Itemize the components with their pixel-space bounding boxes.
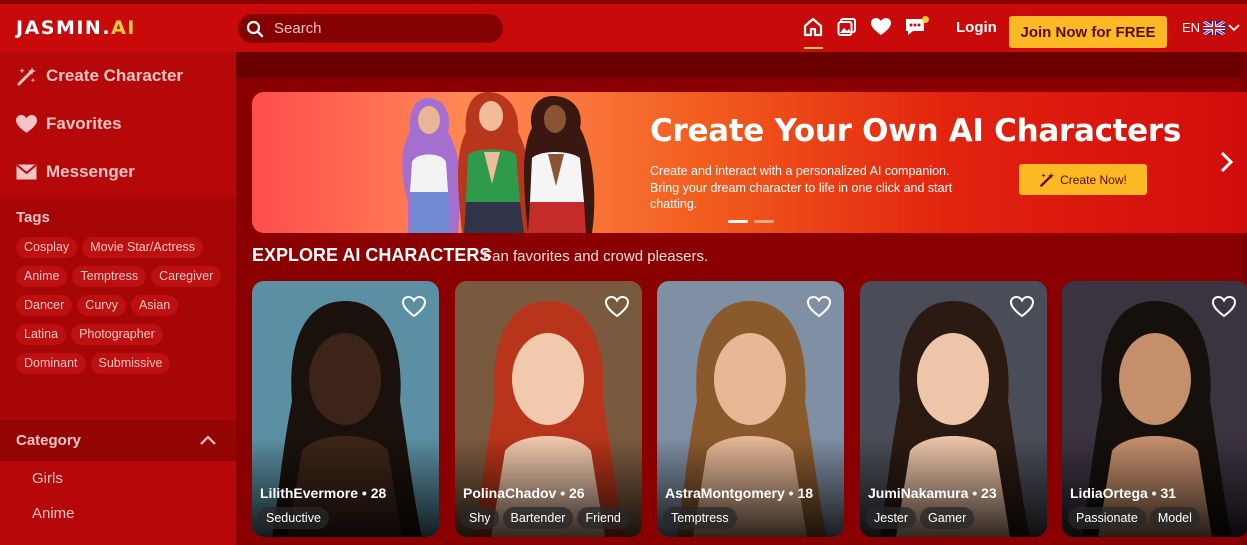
- sidebar-item-messenger[interactable]: Messenger: [16, 157, 135, 187]
- tags-list: Cosplay Movie Star/Actress Anime Temptress C…: [16, 237, 228, 374]
- character-card[interactable]: AstraMontgomery • 18 Temptress: [657, 281, 844, 537]
- search-icon: [246, 20, 264, 38]
- character-tag[interactable]: Friend: [577, 507, 629, 529]
- favorite-heart-icon[interactable]: [605, 296, 629, 318]
- tag-chip[interactable]: Submissive: [90, 353, 171, 374]
- sidebar: Create Character Favorites Messenger Tag…: [0, 52, 236, 545]
- envelope-icon: [16, 164, 37, 180]
- banner-title: Create Your Own AI Characters: [650, 113, 1182, 149]
- search-bar[interactable]: [238, 14, 503, 43]
- carousel-dot[interactable]: [754, 220, 774, 223]
- character-tag[interactable]: Seductive: [258, 507, 329, 529]
- top-navigation-bar: JASMIN.AI Login Join Now for FREE EN: [0, 4, 1247, 52]
- heart-icon[interactable]: [870, 16, 892, 38]
- sidebar-item-label: Create Character: [46, 66, 184, 85]
- tag-chip[interactable]: Movie Star/Actress: [82, 237, 204, 258]
- character-tags: Shy Bartender Friend: [461, 507, 629, 529]
- tag-chip[interactable]: Curvy: [77, 295, 126, 316]
- chevron-down-icon: [1228, 23, 1240, 31]
- character-name: PolinaChadov • 26: [463, 485, 585, 501]
- character-tag[interactable]: Bartender: [502, 507, 574, 529]
- login-button[interactable]: Login: [956, 19, 997, 36]
- magic-wand-icon: [17, 66, 36, 85]
- carousel-dot-active[interactable]: [728, 220, 748, 223]
- notification-dot: [922, 16, 929, 23]
- character-name: LilithEvermore • 28: [260, 485, 387, 501]
- chevron-right-icon[interactable]: [1219, 150, 1235, 174]
- section-subtitle: Fan favorites and crowd pleasers.: [483, 248, 709, 265]
- character-tag[interactable]: Jester: [866, 507, 917, 529]
- character-tags: Temptress: [663, 507, 737, 529]
- heart-icon: [16, 114, 37, 133]
- create-now-label: Create Now!: [1060, 172, 1127, 187]
- character-tag[interactable]: Gamer: [920, 507, 975, 529]
- character-card[interactable]: LilithEvermore • 28 Seductive: [252, 281, 439, 537]
- join-free-button[interactable]: Join Now for FREE: [1009, 16, 1167, 48]
- tags-title: Tags: [16, 209, 50, 226]
- site-logo[interactable]: JASMIN.AI: [16, 17, 136, 39]
- favorite-heart-icon[interactable]: [1212, 296, 1236, 318]
- tag-chip[interactable]: Dominant: [16, 353, 86, 374]
- favorite-heart-icon[interactable]: [402, 296, 426, 318]
- category-header[interactable]: Category: [0, 420, 236, 461]
- favorite-heart-icon[interactable]: [1010, 296, 1034, 318]
- character-card[interactable]: LidiaOrtega • 31 Passionate Model: [1062, 281, 1247, 537]
- tag-chip[interactable]: Asian: [130, 295, 179, 316]
- tags-panel: Tags Cosplay Movie Star/Actress Anime Tempt…: [0, 197, 236, 419]
- character-tag[interactable]: Shy: [461, 507, 499, 529]
- tag-chip[interactable]: Latina: [16, 324, 67, 345]
- banner-characters-image: [402, 92, 595, 233]
- sidebar-item-label: Messenger: [46, 162, 135, 181]
- section-title: EXPLORE AI CHARACTERS: [252, 245, 492, 265]
- character-name: JumiNakamura • 23: [868, 485, 997, 501]
- character-tags: Seductive: [258, 507, 329, 529]
- character-tag[interactable]: Model: [1149, 507, 1200, 529]
- search-input[interactable]: [274, 18, 489, 39]
- sidebar-item-label: Favorites: [46, 114, 122, 133]
- language-selector[interactable]: EN: [1182, 20, 1240, 35]
- main-top-strip: [236, 52, 1247, 78]
- chevron-up-icon[interactable]: [199, 435, 217, 446]
- category-item-more[interactable]: [32, 539, 48, 545]
- sidebar-item-favorites[interactable]: Favorites: [16, 109, 122, 139]
- character-tags: Jester Gamer: [866, 507, 975, 529]
- character-name: AstraMontgomery • 18: [665, 485, 814, 501]
- tag-chip[interactable]: Dancer: [16, 295, 73, 316]
- character-card[interactable]: JumiNakamura • 23 Jester Gamer: [860, 281, 1047, 537]
- character-tag[interactable]: Passionate: [1068, 507, 1146, 529]
- banner-description: Create and interact with a personalized …: [650, 164, 953, 211]
- sidebar-item-create-character[interactable]: Create Character: [16, 61, 183, 91]
- tag-chip[interactable]: Temptress: [72, 266, 147, 287]
- tag-chip[interactable]: Cosplay: [16, 237, 78, 258]
- uk-flag-icon: [1203, 20, 1226, 35]
- character-card[interactable]: PolinaChadov • 26 Shy Bartender Friend: [455, 281, 642, 537]
- tag-chip[interactable]: Photographer: [71, 324, 163, 345]
- category-title: Category: [16, 432, 82, 449]
- gallery-icon[interactable]: [836, 16, 858, 38]
- language-code: EN: [1182, 20, 1201, 35]
- tag-chip[interactable]: Anime: [16, 266, 68, 287]
- tag-chip[interactable]: Caregiver: [151, 266, 222, 287]
- category-item-girls[interactable]: Girls: [32, 470, 63, 487]
- create-now-button[interactable]: Create Now!: [1019, 164, 1147, 195]
- home-icon[interactable]: [802, 16, 824, 38]
- active-nav-indicator: [804, 47, 823, 49]
- category-item-anime[interactable]: Anime: [32, 505, 75, 522]
- character-name: LidiaOrtega • 31: [1070, 485, 1177, 501]
- character-tags: Passionate Model: [1068, 507, 1200, 529]
- character-tag[interactable]: Temptress: [663, 507, 737, 529]
- favorite-heart-icon[interactable]: [807, 296, 831, 318]
- magic-wand-icon: [1040, 172, 1055, 187]
